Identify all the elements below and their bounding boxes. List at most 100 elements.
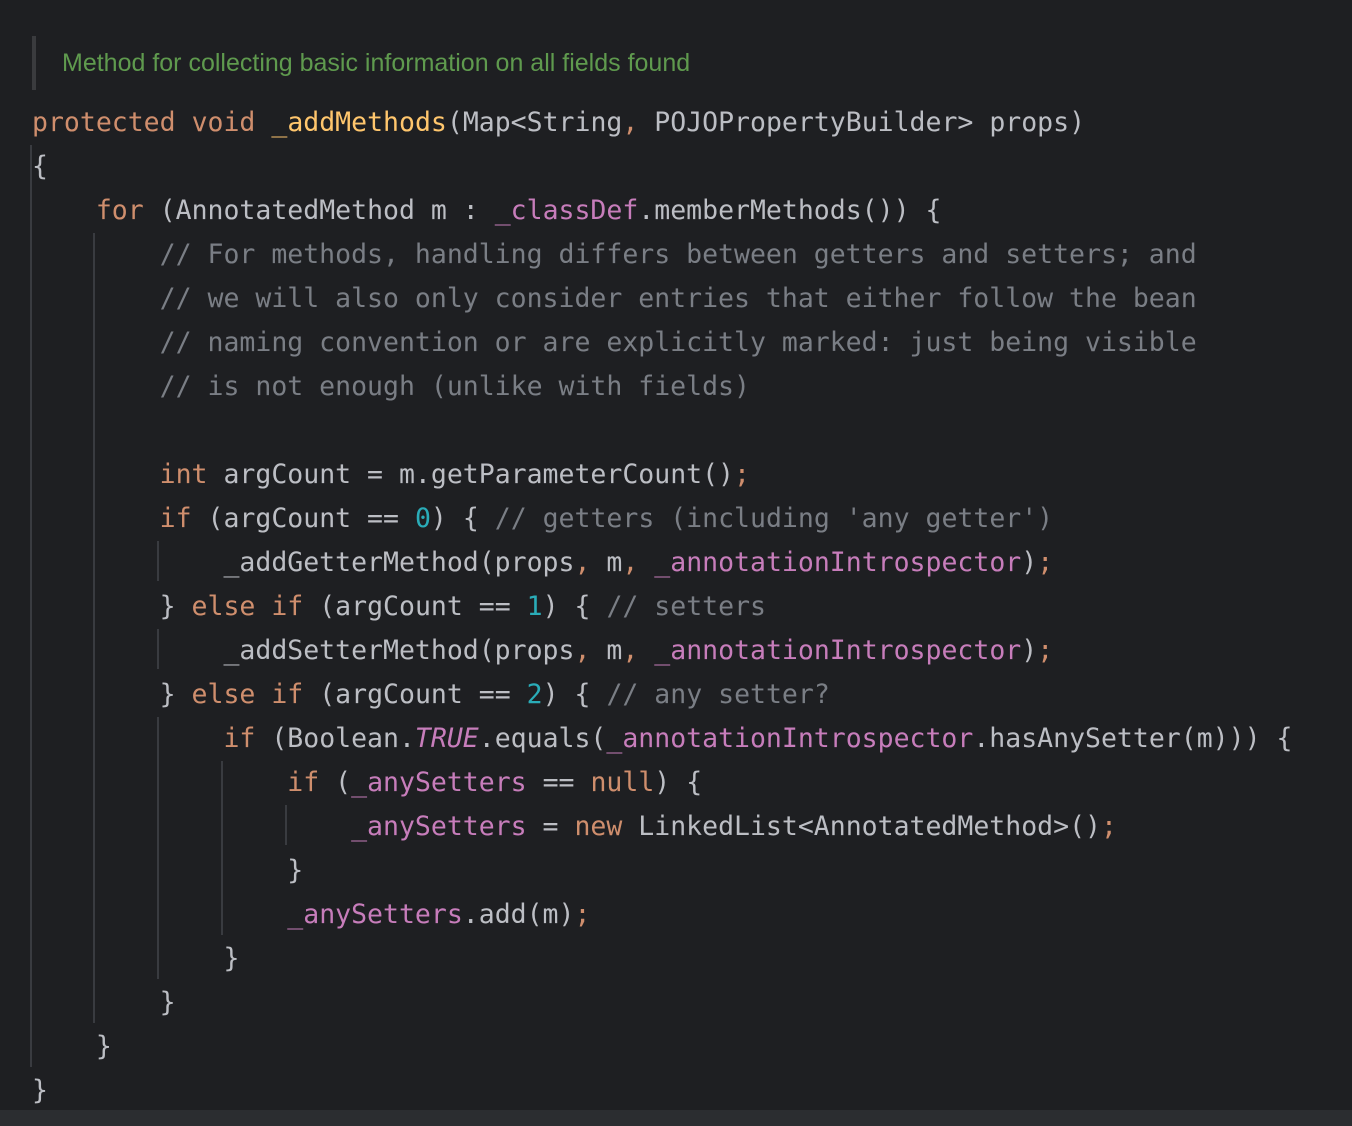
- code-line[interactable]: if (_anySetters == null) {: [32, 761, 1292, 805]
- code-line[interactable]: _anySetters = new LinkedList<AnnotatedMe…: [32, 805, 1292, 849]
- code-token: 2: [526, 679, 543, 710]
- code-token: .equals(: [478, 723, 607, 754]
- code-editor[interactable]: Method for collecting basic information …: [0, 0, 1352, 1110]
- code-token: ;: [1037, 635, 1054, 666]
- code-line[interactable]: {: [32, 145, 1292, 189]
- code-token: ;: [734, 459, 750, 490]
- code-token: protected: [32, 107, 176, 138]
- code-token: _addGetterMethod(props: [32, 547, 575, 578]
- code-line[interactable]: // we will also only consider entries th…: [32, 277, 1292, 321]
- code-token: (Boolean.: [255, 723, 415, 754]
- code-token: _addSetterMethod(props: [32, 635, 575, 666]
- code-line[interactable]: }: [32, 1025, 1292, 1069]
- code-line[interactable]: }: [32, 1069, 1292, 1113]
- code-token: }: [32, 1075, 48, 1106]
- code-token: // getters (including 'any getter'): [494, 503, 1054, 534]
- code-token: .add(m): [462, 899, 575, 930]
- code-token: // we will also only consider entries th…: [159, 283, 1197, 314]
- code-token: (argCount ==: [191, 503, 415, 534]
- code-token: (argCount ==: [303, 591, 527, 622]
- code-token: // any setter?: [606, 679, 830, 710]
- code-token: // For methods, handling differs between…: [159, 239, 1197, 270]
- code-token: (Map<String: [446, 107, 623, 138]
- code-token: _anySetters: [351, 811, 527, 842]
- code-token: 1: [526, 591, 543, 622]
- code-token: }: [32, 987, 176, 1018]
- code-token: _anySetters: [287, 899, 463, 930]
- code-token: int: [159, 459, 208, 490]
- code-token: m: [590, 547, 623, 578]
- code-line[interactable]: int argCount = m.getParameterCount();: [32, 453, 1292, 497]
- code-line[interactable]: } else if (argCount == 2) { // any sette…: [32, 673, 1292, 717]
- code-token: ): [1021, 547, 1038, 578]
- code-line[interactable]: _addGetterMethod(props, m, _annotationIn…: [32, 541, 1292, 585]
- code-token: ,: [622, 107, 639, 138]
- code-line[interactable]: _addSetterMethod(props, m, _annotationIn…: [32, 629, 1292, 673]
- code-token: else: [191, 591, 256, 622]
- code-token: ;: [1037, 547, 1054, 578]
- code-line[interactable]: [32, 409, 1292, 453]
- code-token: ==: [526, 767, 591, 798]
- code-line[interactable]: for (AnnotatedMethod m : _classDef.membe…: [32, 189, 1292, 233]
- code-token: }: [32, 591, 192, 622]
- rendered-doc-comment: Method for collecting basic information …: [32, 36, 690, 90]
- code-token: POJOPropertyBuilder> props): [638, 107, 1086, 138]
- code-token: _annotationIntrospector: [606, 723, 974, 754]
- code-token: _annotationIntrospector: [654, 635, 1022, 666]
- code-line[interactable]: if (Boolean.TRUE.equals(_annotationIntro…: [32, 717, 1292, 761]
- code-token: ) {: [654, 767, 703, 798]
- code-line[interactable]: if (argCount == 0) { // getters (includi…: [32, 497, 1292, 541]
- code-token: ;: [574, 899, 591, 930]
- code-block[interactable]: protected void _addMethods(Map<String, P…: [32, 101, 1292, 1113]
- code-token: ,: [622, 547, 639, 578]
- code-token: _classDef: [494, 195, 639, 226]
- code-token: .memberMethods()) {: [638, 195, 942, 226]
- code-token: if: [271, 591, 304, 622]
- code-line[interactable]: // is not enough (unlike with fields): [32, 365, 1292, 409]
- doc-comment-text: Method for collecting basic information …: [62, 48, 691, 77]
- code-line[interactable]: protected void _addMethods(Map<String, P…: [32, 101, 1292, 145]
- code-token: ) {: [430, 503, 495, 534]
- code-token: 0: [414, 503, 431, 534]
- code-line[interactable]: }: [32, 849, 1292, 893]
- code-token: // setters: [606, 591, 766, 622]
- code-line[interactable]: // For methods, handling differs between…: [32, 233, 1292, 277]
- code-token: m: [590, 635, 623, 666]
- code-token: {: [32, 151, 48, 182]
- code-token: }: [32, 1031, 112, 1062]
- code-line[interactable]: }: [32, 937, 1292, 981]
- code-token: ,: [622, 635, 639, 666]
- code-token: if: [223, 723, 256, 754]
- code-token: _annotationIntrospector: [654, 547, 1022, 578]
- code-token: .hasAnySetter(m))) {: [973, 723, 1293, 754]
- horizontal-scrollbar-track[interactable]: [0, 1110, 1352, 1126]
- code-line[interactable]: // naming convention or are explicitly m…: [32, 321, 1292, 365]
- code-token: else: [191, 679, 256, 710]
- code-token: // is not enough (unlike with fields): [159, 371, 750, 402]
- code-token: for: [95, 195, 144, 226]
- code-token: }: [32, 855, 304, 886]
- code-token: ,: [574, 547, 591, 578]
- code-token: ): [1021, 635, 1038, 666]
- code-token: =: [526, 811, 575, 842]
- code-line[interactable]: _anySetters.add(m);: [32, 893, 1292, 937]
- code-token: (argCount ==: [303, 679, 527, 710]
- code-token: _anySetters: [351, 767, 527, 798]
- code-token: }: [32, 943, 240, 974]
- code-token: TRUE: [414, 723, 479, 754]
- code-line[interactable]: }: [32, 981, 1292, 1025]
- code-line[interactable]: } else if (argCount == 1) { // setters: [32, 585, 1292, 629]
- code-token: ,: [574, 635, 591, 666]
